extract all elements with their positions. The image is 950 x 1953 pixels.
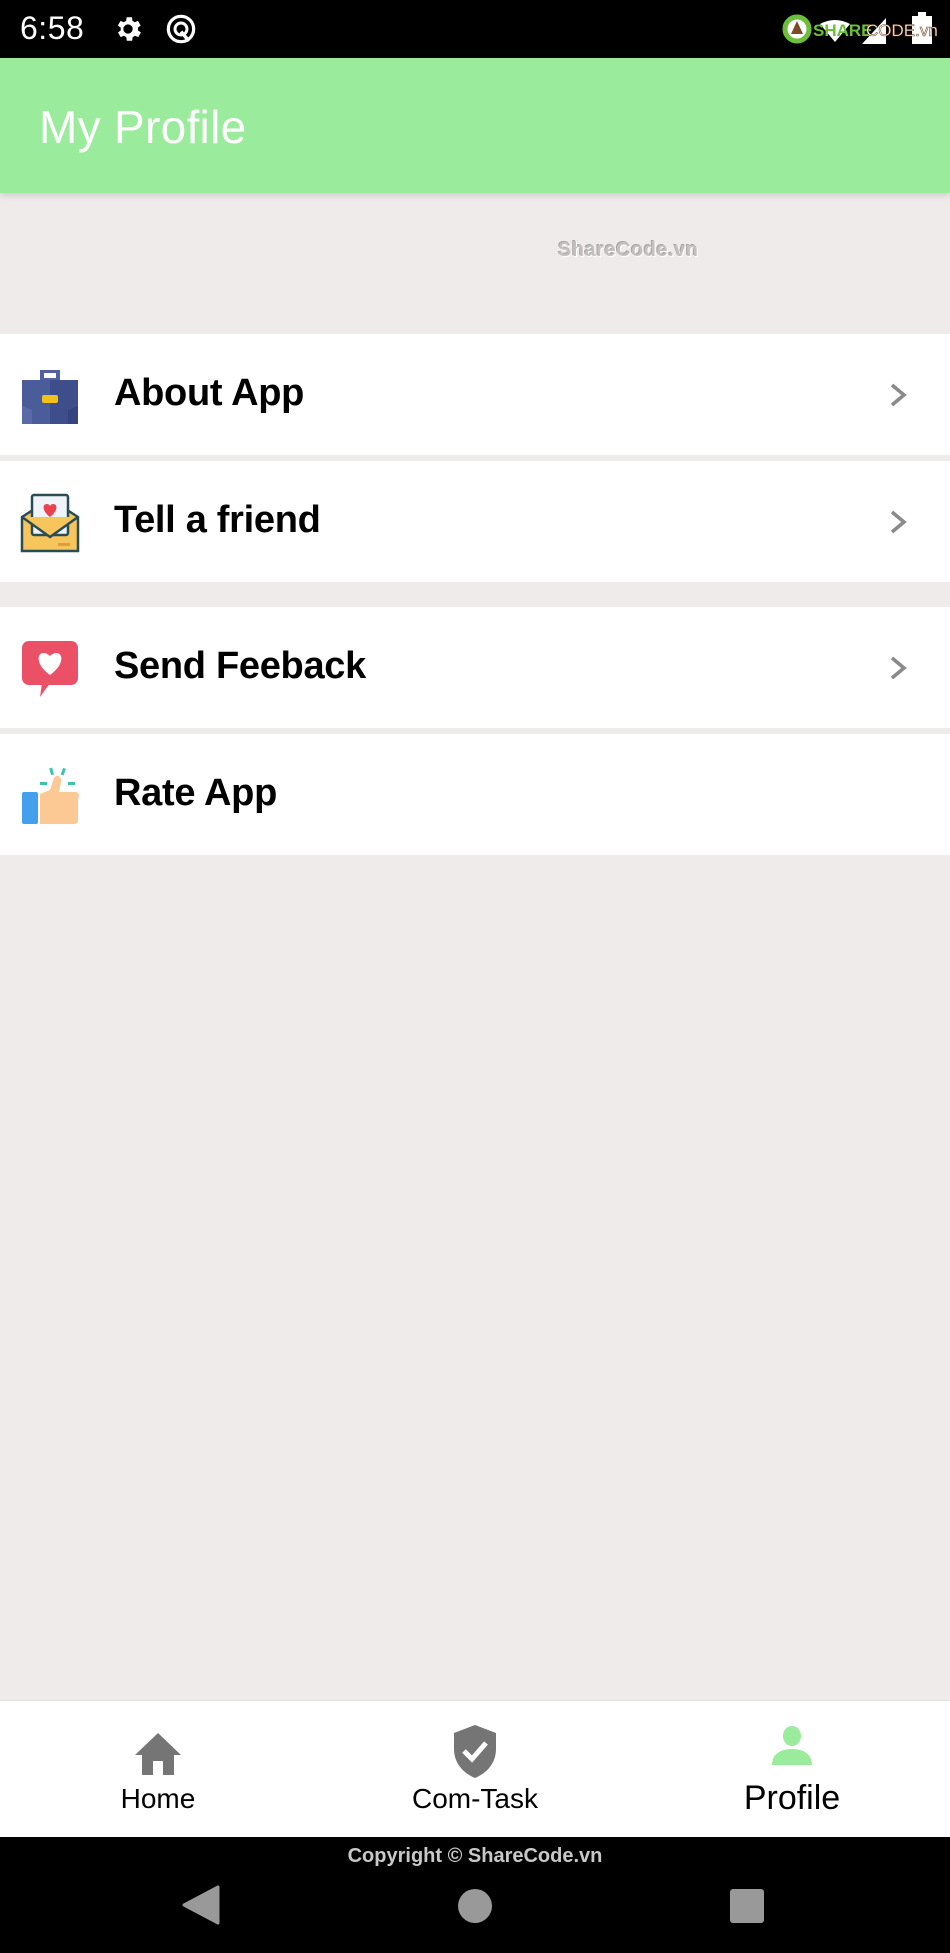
status-time: 6:58: [20, 10, 85, 46]
heart-chat-icon: [22, 641, 78, 697]
gear-icon: [117, 17, 141, 41]
logo-text-share: SHARE: [813, 21, 873, 40]
copyright-text: Copyright © ShareCode.vn: [347, 1845, 603, 1867]
menu-item-label: Rate App: [114, 772, 277, 814]
home-button[interactable]: [456, 1887, 494, 1925]
menu-item-about-app[interactable]: About App: [0, 334, 950, 455]
screen: 6:58 SHARE CODE.vn My Profile ShareCode.…: [0, 0, 950, 1953]
envelope-heart-icon: [20, 493, 80, 553]
nav-tab-label: Profile: [743, 1779, 841, 1817]
bottom-nav: Home Com-Task Profile: [0, 1700, 950, 1837]
menu-item-tell-a-friend[interactable]: Tell a friend: [0, 461, 950, 582]
back-button[interactable]: [180, 1885, 220, 1925]
logo-text-code: CODE.vn: [866, 21, 938, 40]
home-icon: [135, 1733, 181, 1775]
q-badge-icon: [166, 14, 196, 44]
chevron-right-icon: [890, 656, 907, 680]
shield-check-icon: [454, 1725, 496, 1778]
sharecode-logo: SHARE CODE.vn: [782, 14, 938, 44]
chevron-right-icon: [890, 510, 907, 534]
page-title: My Profile: [39, 101, 247, 153]
briefcase-icon: [22, 370, 78, 424]
menu-item-label: Tell a friend: [114, 499, 321, 541]
menu-item-rate-app[interactable]: Rate App: [0, 734, 950, 855]
nav-tab-home[interactable]: Home: [0, 1701, 316, 1838]
nav-tab-profile[interactable]: Profile: [634, 1701, 950, 1838]
status-bar: 6:58 SHARE CODE.vn: [0, 0, 950, 58]
nav-tab-label: Home: [120, 1783, 196, 1814]
chevron-right-icon: [890, 383, 907, 407]
watermark-text: ShareCode.vn: [558, 239, 699, 261]
menu-item-send-feedback[interactable]: Send Feeback: [0, 607, 950, 728]
menu-item-label: Send Feeback: [114, 645, 366, 687]
app-header: My Profile: [0, 58, 950, 193]
system-nav-bar: Copyright © ShareCode.vn: [0, 1837, 950, 1953]
nav-tab-com-task[interactable]: Com-Task: [317, 1701, 633, 1838]
menu-item-label: About App: [114, 372, 305, 414]
thumbs-up-icon: [22, 767, 79, 824]
nav-tab-label: Com-Task: [411, 1783, 538, 1814]
recents-button[interactable]: [728, 1887, 766, 1925]
person-icon: [772, 1726, 812, 1765]
